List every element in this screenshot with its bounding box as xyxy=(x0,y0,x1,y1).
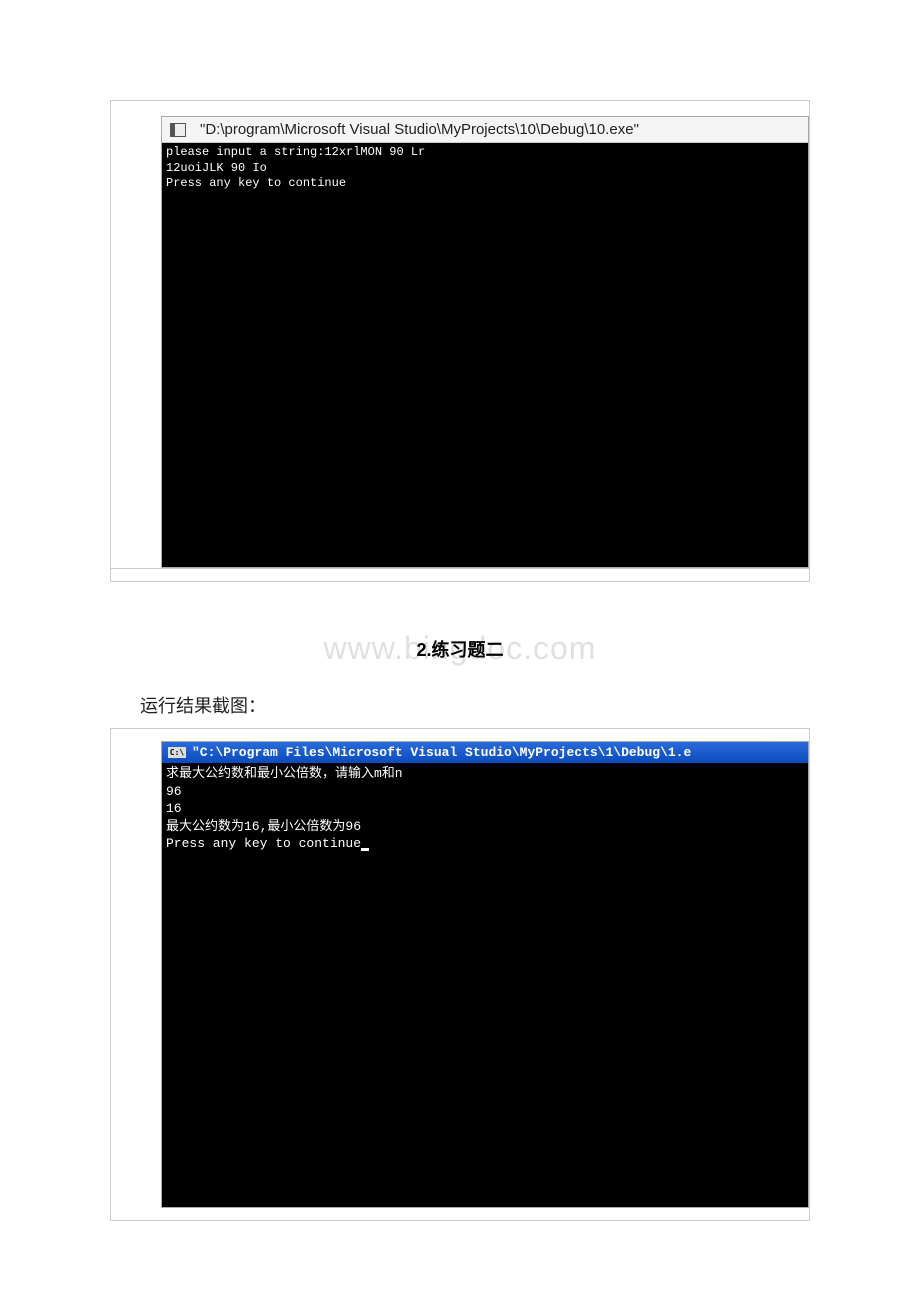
window-title-1: "D:\program\Microsoft Visual Studio\MyPr… xyxy=(200,121,639,138)
section-heading: 2.练习题二 xyxy=(416,636,503,662)
console-window-1: "D:\program\Microsoft Visual Studio\MyPr… xyxy=(161,116,809,568)
window-title-2: "C:\Program Files\Microsoft Visual Studi… xyxy=(192,745,691,760)
console-output-1: please input a string:12xrlMON 90 Lr 12u… xyxy=(162,143,808,567)
titlebar-1: "D:\program\Microsoft Visual Studio\MyPr… xyxy=(162,117,808,143)
caption-text: 运行结果截图： xyxy=(140,692,920,718)
console-line: 最大公约数为16,最小公倍数为96 xyxy=(166,819,361,834)
screenshot-panel-1: "D:\program\Microsoft Visual Studio\MyPr… xyxy=(110,100,810,582)
divider xyxy=(111,568,809,581)
console-line: 求最大公约数和最小公倍数，请输入m和n xyxy=(166,766,403,781)
console-line: 16 xyxy=(166,801,182,816)
titlebar-2: C:\ "C:\Program Files\Microsoft Visual S… xyxy=(162,742,808,763)
console-line: 12uoiJLK 90 Io xyxy=(166,161,267,175)
console-line: Press any key to continue xyxy=(166,176,346,190)
console-output-2: 求最大公约数和最小公倍数，请输入m和n 96 16 最大公约数为16,最小公倍数… xyxy=(162,763,808,1207)
app-icon xyxy=(170,123,186,137)
console-line: 96 xyxy=(166,784,182,799)
cursor-icon xyxy=(361,848,369,851)
console-line: please input a string:12xrlMON 90 Lr xyxy=(166,145,425,159)
screenshot-panel-2: C:\ "C:\Program Files\Microsoft Visual S… xyxy=(110,728,810,1221)
console-window-2: C:\ "C:\Program Files\Microsoft Visual S… xyxy=(161,741,809,1208)
cmd-icon: C:\ xyxy=(168,746,186,760)
heading-row: www.bingdoc.com 2.练习题二 xyxy=(0,622,920,672)
cmd-icon-label: C:\ xyxy=(168,747,186,758)
console-line: Press any key to continue xyxy=(166,836,361,851)
